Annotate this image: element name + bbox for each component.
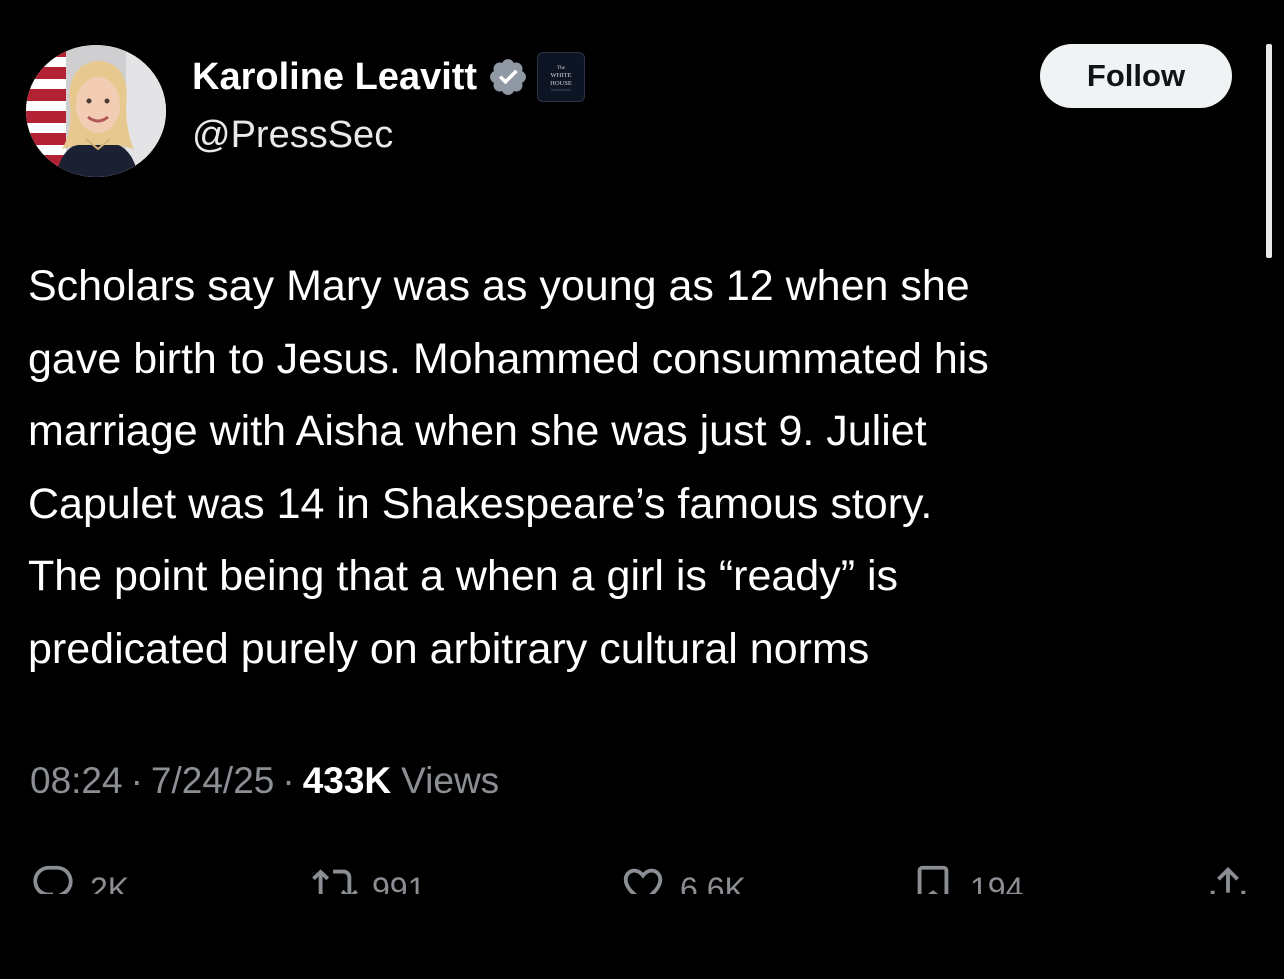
repost-button[interactable]: 991 xyxy=(312,862,425,894)
tweet-date[interactable]: 7/24/25 xyxy=(151,760,274,802)
author-name-row: Karoline Leavitt The WHITE HOUSE xyxy=(192,52,586,102)
meta-separator: · xyxy=(282,760,295,801)
share-button[interactable] xyxy=(1205,862,1251,894)
avatar[interactable] xyxy=(26,45,166,177)
tweet-meta: 08:24 · 7/24/25 · 433K Views xyxy=(30,760,499,802)
bookmark-button[interactable]: 194 xyxy=(910,862,1023,894)
repost-icon xyxy=(312,862,358,894)
like-count: 6.6K xyxy=(680,870,746,895)
author-handle[interactable]: @PressSec xyxy=(192,114,393,157)
tweet-time[interactable]: 08:24 xyxy=(30,760,123,802)
tweet-text: Scholars say Mary was as young as 12 whe… xyxy=(28,262,989,673)
scrollbar-thumb[interactable] xyxy=(1266,44,1272,258)
verified-badge-icon xyxy=(487,56,529,98)
svg-text:WHITE: WHITE xyxy=(551,72,572,79)
views-label: Views xyxy=(401,760,500,801)
author-display-name[interactable]: Karoline Leavitt xyxy=(192,56,477,99)
tweet-card: Karoline Leavitt The WHITE HOUSE @PressS… xyxy=(0,0,1284,979)
reply-count: 2K xyxy=(90,870,130,895)
reply-icon xyxy=(30,862,76,894)
follow-button[interactable]: Follow xyxy=(1040,44,1232,108)
action-bar: 2K 991 6.6K 194 xyxy=(0,848,1284,894)
avatar-image xyxy=(26,45,166,177)
heart-icon xyxy=(620,862,666,894)
bookmark-count: 194 xyxy=(970,870,1024,895)
share-icon xyxy=(1205,862,1251,894)
reply-button[interactable]: 2K xyxy=(30,862,129,894)
views-count: 433K xyxy=(302,760,392,801)
svg-text:HOUSE: HOUSE xyxy=(550,80,572,87)
white-house-badge-icon[interactable]: The WHITE HOUSE xyxy=(537,52,586,102)
repost-count: 991 xyxy=(372,870,426,895)
svg-text:The: The xyxy=(557,66,566,71)
meta-separator: · xyxy=(130,760,143,801)
like-button[interactable]: 6.6K xyxy=(620,862,746,894)
bookmark-icon xyxy=(910,862,956,894)
